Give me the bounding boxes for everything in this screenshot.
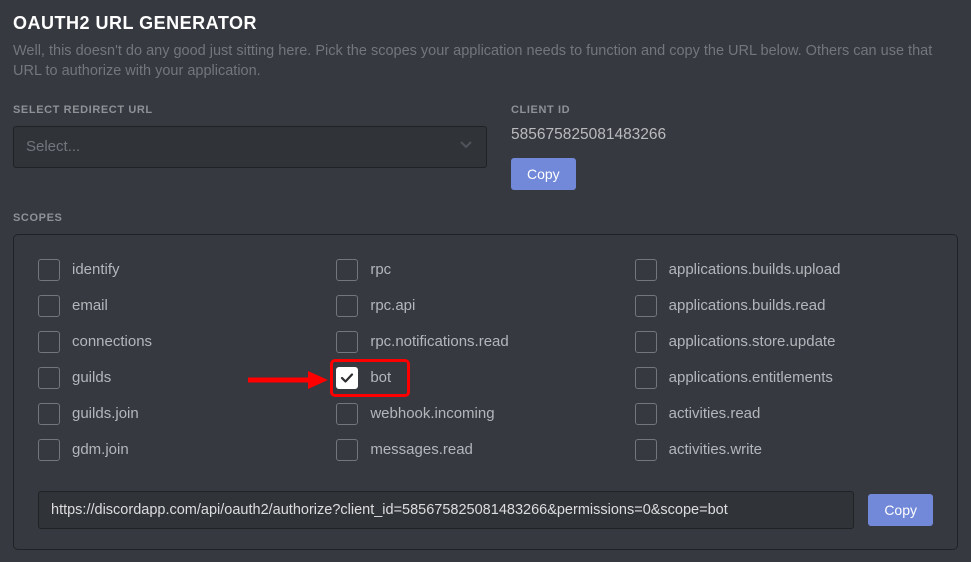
checkbox-connections[interactable] [38, 331, 60, 353]
scope-label: guilds [72, 369, 111, 386]
scope-identify[interactable]: identify [38, 259, 336, 281]
scope-bot[interactable]: bot [336, 367, 634, 389]
scopes-label: SCOPES [13, 212, 958, 224]
checkbox-gdm-join[interactable] [38, 439, 60, 461]
scope-messages-read[interactable]: messages.read [336, 439, 634, 461]
checkbox-identify[interactable] [38, 259, 60, 281]
checkbox-activities-write[interactable] [635, 439, 657, 461]
checkbox-guilds[interactable] [38, 367, 60, 389]
scope-applications-entitlements[interactable]: applications.entitlements [635, 367, 933, 389]
scope-label: bot [370, 369, 391, 386]
checkbox-rpc[interactable] [336, 259, 358, 281]
scope-email[interactable]: email [38, 295, 336, 317]
scopes-panel: identify rpc applications.builds.upload ema… [13, 234, 958, 550]
scope-applications-builds-upload[interactable]: applications.builds.upload [635, 259, 933, 281]
scope-label: applications.entitlements [669, 369, 833, 386]
redirect-url-label: SELECT REDIRECT URL [13, 104, 487, 116]
scope-label: activities.write [669, 441, 762, 458]
copy-url-button[interactable]: Copy [868, 494, 933, 526]
scope-gdm-join[interactable]: gdm.join [38, 439, 336, 461]
redirect-url-select[interactable]: Select... [13, 126, 487, 168]
page-title: OAUTH2 URL GENERATOR [13, 13, 958, 34]
scope-guilds-join[interactable]: guilds.join [38, 403, 336, 425]
checkbox-webhook-incoming[interactable] [336, 403, 358, 425]
scope-label: identify [72, 261, 120, 278]
scope-label: connections [72, 333, 152, 350]
scope-label: applications.builds.read [669, 297, 826, 314]
scope-rpc-notifications-read[interactable]: rpc.notifications.read [336, 331, 634, 353]
scope-activities-read[interactable]: activities.read [635, 403, 933, 425]
copy-client-id-button[interactable]: Copy [511, 158, 576, 190]
redirect-url-placeholder: Select... [26, 138, 80, 155]
page-subtitle: Well, this doesn't do any good just sitt… [13, 41, 958, 82]
scope-rpc[interactable]: rpc [336, 259, 634, 281]
checkbox-bot[interactable] [336, 367, 358, 389]
scope-label: rpc.api [370, 297, 415, 314]
scope-label: messages.read [370, 441, 473, 458]
checkbox-applications-entitlements[interactable] [635, 367, 657, 389]
scope-label: webhook.incoming [370, 405, 494, 422]
scope-webhook-incoming[interactable]: webhook.incoming [336, 403, 634, 425]
scope-label: rpc [370, 261, 391, 278]
scopes-grid: identify rpc applications.builds.upload ema… [38, 259, 933, 461]
scope-label: applications.builds.upload [669, 261, 841, 278]
scope-label: activities.read [669, 405, 761, 422]
checkbox-rpc-notifications-read[interactable] [336, 331, 358, 353]
checkbox-applications-store-update[interactable] [635, 331, 657, 353]
checkbox-guilds-join[interactable] [38, 403, 60, 425]
scope-applications-builds-read[interactable]: applications.builds.read [635, 295, 933, 317]
scope-label: gdm.join [72, 441, 129, 458]
client-id-value: 585675825081483266 [511, 126, 958, 144]
scope-rpc-api[interactable]: rpc.api [336, 295, 634, 317]
scope-label: rpc.notifications.read [370, 333, 508, 350]
scope-connections[interactable]: connections [38, 331, 336, 353]
scope-label: guilds.join [72, 405, 139, 422]
scope-guilds[interactable]: guilds [38, 367, 336, 389]
client-id-label: CLIENT ID [511, 104, 958, 116]
generated-url-input[interactable] [38, 491, 854, 529]
scope-activities-write[interactable]: activities.write [635, 439, 933, 461]
checkbox-applications-builds-upload[interactable] [635, 259, 657, 281]
chevron-down-icon [460, 138, 472, 156]
checkbox-rpc-api[interactable] [336, 295, 358, 317]
checkbox-activities-read[interactable] [635, 403, 657, 425]
checkbox-messages-read[interactable] [336, 439, 358, 461]
scope-applications-store-update[interactable]: applications.store.update [635, 331, 933, 353]
scope-label: applications.store.update [669, 333, 836, 350]
checkbox-email[interactable] [38, 295, 60, 317]
checkbox-applications-builds-read[interactable] [635, 295, 657, 317]
scope-label: email [72, 297, 108, 314]
